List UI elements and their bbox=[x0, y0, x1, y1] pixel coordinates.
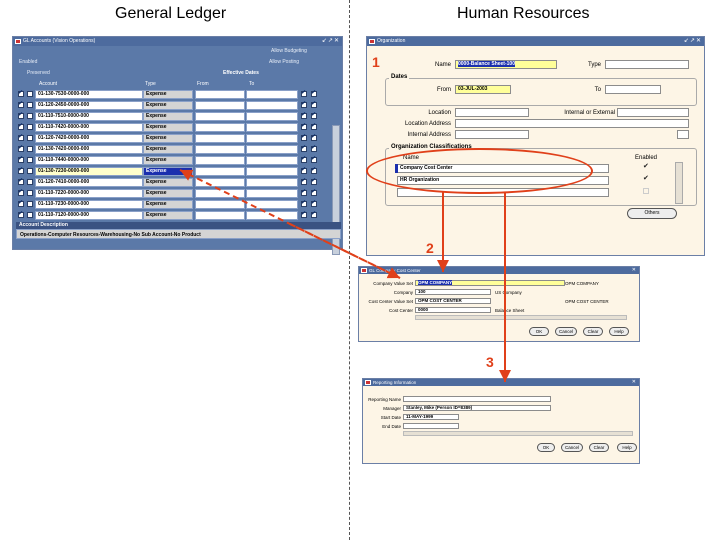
connector-arrows bbox=[179, 169, 511, 382]
